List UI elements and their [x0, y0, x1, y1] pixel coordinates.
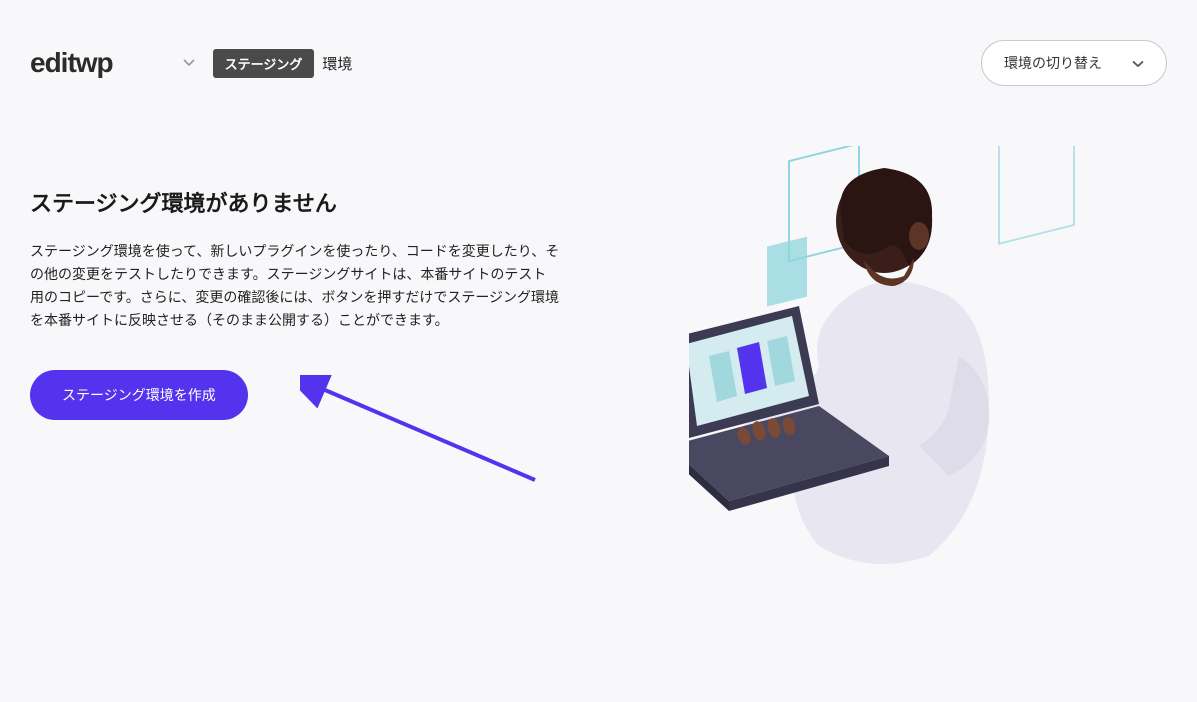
header: editwp ステージング 環境 環境の切り替え — [0, 0, 1197, 106]
illustration — [630, 146, 1167, 576]
environment-switch-dropdown[interactable]: 環境の切り替え — [981, 40, 1167, 86]
env-switch-label: 環境の切り替え — [1004, 53, 1102, 73]
chevron-down-icon — [183, 54, 195, 72]
create-staging-button[interactable]: ステージング環境を作成 — [30, 370, 248, 420]
main-content: ステージング環境がありません ステージング環境を使って、新しいプラグインを使った… — [0, 106, 1197, 606]
site-name: editwp — [30, 47, 113, 79]
chevron-down-icon — [1132, 55, 1144, 71]
site-selector[interactable]: editwp — [30, 47, 195, 79]
staging-badge: ステージング — [213, 49, 315, 78]
env-label: 環境 — [322, 53, 352, 74]
person-laptop-illustration — [689, 146, 1109, 576]
empty-state-text: ステージング環境がありません ステージング環境を使って、新しいプラグインを使った… — [30, 186, 570, 576]
page-description: ステージング環境を使って、新しいプラグインを使ったり、コードを変更したり、その他… — [30, 240, 560, 332]
page-title: ステージング環境がありません — [30, 186, 570, 218]
